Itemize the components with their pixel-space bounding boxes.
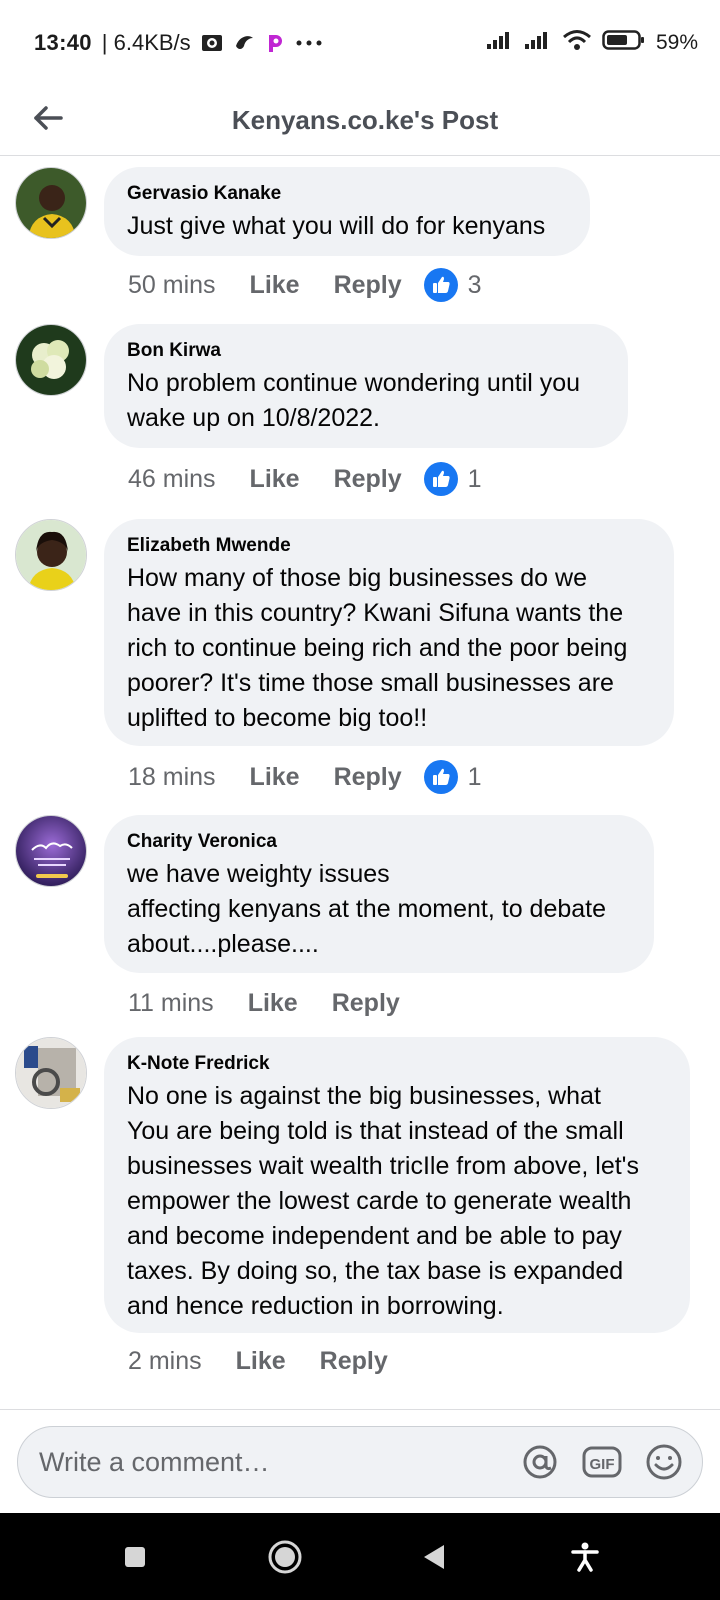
comment-author[interactable]: Charity Veronica: [127, 831, 632, 853]
like-button[interactable]: Like: [236, 1347, 286, 1376]
comment-actions: 2 mins Like Reply: [128, 1341, 422, 1381]
comment-time[interactable]: 18 mins: [128, 763, 216, 792]
reply-button[interactable]: Reply: [332, 989, 400, 1018]
avatar[interactable]: [15, 519, 87, 591]
reply-button[interactable]: Reply: [334, 271, 402, 300]
notification-app-icon: [201, 32, 223, 54]
mention-icon[interactable]: [520, 1442, 560, 1482]
back-button[interactable]: [28, 100, 68, 140]
comment-list[interactable]: Gervasio Kanake Just give what you will …: [0, 157, 720, 1409]
avatar[interactable]: [15, 167, 87, 239]
comment-bubble[interactable]: K-Note Fredrick No one is against the bi…: [104, 1037, 690, 1333]
comment-time[interactable]: 2 mins: [128, 1347, 202, 1376]
reply-button[interactable]: Reply: [334, 763, 402, 792]
composer-icons: GIF: [520, 1442, 702, 1482]
comment-actions: 11 mins Like Reply: [128, 983, 434, 1023]
thumbs-up-icon: [423, 760, 458, 794]
accessibility-button[interactable]: [555, 1527, 615, 1587]
comment-text: No one is against the big businesses, wh…: [127, 1082, 639, 1320]
avatar[interactable]: [15, 1037, 87, 1109]
comment-author[interactable]: Gervasio Kanake: [127, 183, 568, 205]
like-button[interactable]: Like: [250, 763, 300, 792]
comment-text: How many of those big businesses do we h…: [127, 564, 628, 732]
comment-actions: 46 mins Like Reply 1: [128, 459, 482, 499]
thumbs-up-icon: [423, 462, 458, 496]
like-button[interactable]: Like: [250, 465, 300, 494]
bird-app-icon: [233, 32, 255, 54]
back-arrow-icon: [33, 105, 63, 135]
status-left: 13:40 | 6.4KB/s: [34, 30, 323, 56]
page-title: Kenyans.co.ke's Post: [231, 105, 499, 135]
back-nav-button[interactable]: [405, 1527, 465, 1587]
comment-author[interactable]: Elizabeth Mwende: [127, 535, 652, 557]
comment-text: No problem continue wondering until you …: [127, 369, 581, 432]
avatar[interactable]: [15, 815, 87, 887]
comment-actions: 18 mins Like Reply 1: [128, 757, 482, 797]
post-header: Kenyans.co.ke's Post: [0, 86, 720, 156]
comment-time[interactable]: 11 mins: [128, 989, 214, 1018]
status-time: 13:40: [34, 30, 92, 55]
reaction-summary[interactable]: 1: [423, 760, 482, 794]
comment-bubble[interactable]: Elizabeth Mwende How many of those big b…: [104, 519, 674, 746]
battery-percent: 59%: [655, 31, 698, 54]
reply-button[interactable]: Reply: [334, 465, 402, 494]
like-button[interactable]: Like: [248, 989, 298, 1018]
comment-bubble[interactable]: Bon Kirwa No problem continue wondering …: [104, 324, 628, 448]
more-dots-icon: [295, 39, 323, 47]
battery-icon: [602, 29, 646, 57]
comment-text: we have weighty issues affecting kenyans…: [127, 860, 607, 958]
signal-icon: [524, 30, 552, 56]
emoji-icon[interactable]: [644, 1442, 684, 1482]
comment-box[interactable]: GIF: [17, 1426, 703, 1498]
comment-bubble[interactable]: Gervasio Kanake Just give what you will …: [104, 167, 590, 256]
reaction-count: 1: [467, 464, 482, 493]
comment-time[interactable]: 50 mins: [128, 271, 216, 300]
comment-time[interactable]: 46 mins: [128, 465, 216, 494]
comment-bubble[interactable]: Charity Veronica we have weighty issues …: [104, 815, 654, 973]
comment-text: Just give what you will do for kenyans: [127, 212, 546, 240]
gif-label: GIF: [590, 1456, 615, 1473]
network-speed: | 6.4KB/s: [101, 30, 191, 55]
home-button[interactable]: [255, 1527, 315, 1587]
comment-actions: 50 mins Like Reply 3: [128, 265, 482, 305]
system-nav-bar: [0, 1513, 720, 1600]
square-icon: [125, 1546, 145, 1567]
thumbs-up-icon: [423, 268, 458, 302]
gif-icon[interactable]: GIF: [582, 1442, 622, 1482]
like-button[interactable]: Like: [250, 271, 300, 300]
wifi-icon: [562, 29, 592, 57]
p-app-icon: [265, 32, 285, 54]
recent-apps-button[interactable]: [105, 1527, 165, 1587]
status-right: 59%: [486, 29, 698, 57]
reaction-count: 1: [467, 762, 482, 791]
avatar[interactable]: [15, 324, 87, 396]
reaction-summary[interactable]: 3: [423, 268, 482, 302]
comment-composer: GIF: [0, 1409, 720, 1513]
triangle-back-icon: [424, 1544, 444, 1569]
comment-author[interactable]: Bon Kirwa: [127, 340, 606, 362]
reaction-count: 3: [467, 270, 482, 299]
reaction-summary[interactable]: 1: [423, 462, 482, 496]
signal-icon: [486, 30, 514, 56]
status-bar: 13:40 | 6.4KB/s 59%: [0, 0, 720, 86]
circle-icon: [268, 1540, 302, 1573]
accessibility-icon: [571, 1542, 599, 1572]
reply-button[interactable]: Reply: [320, 1347, 388, 1376]
comment-input[interactable]: [39, 1446, 479, 1478]
comment-author[interactable]: K-Note Fredrick: [127, 1053, 668, 1075]
